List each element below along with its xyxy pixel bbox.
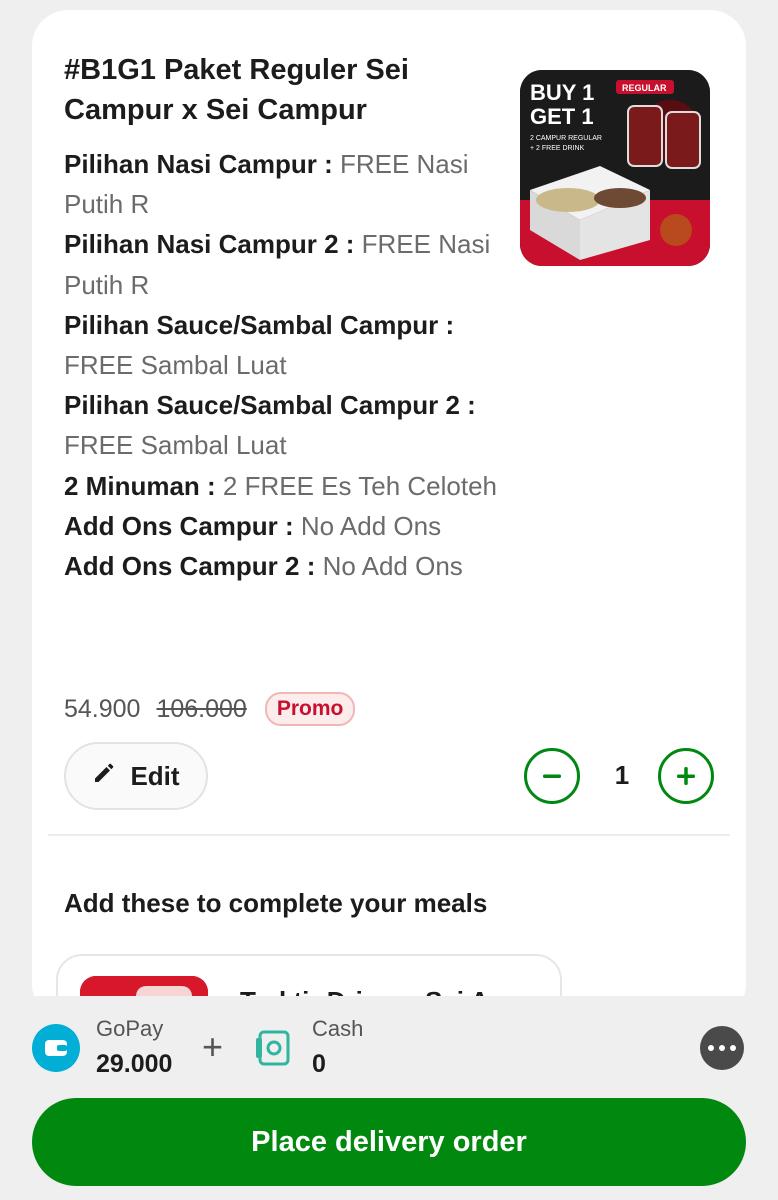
option-name: Pilihan Nasi Campur 2 : <box>64 229 362 260</box>
item-image[interactable]: BUY 1 GET 1 REGULAR 2 CAMPUR REGULAR + 2… <box>520 70 710 266</box>
plus-icon <box>677 767 695 785</box>
more-dot <box>730 1045 736 1051</box>
cash-icon <box>250 1024 298 1072</box>
place-delivery-order-button[interactable]: Place delivery order <box>32 1098 746 1186</box>
option-value: 2 FREE Es Teh Celoteh <box>222 470 498 501</box>
cash-label: Cash <box>312 1016 364 1041</box>
option-value: FREE Sambal Luat <box>64 430 287 461</box>
quantity-stepper: 1 <box>524 748 716 806</box>
option-value: No Add Ons <box>300 510 442 541</box>
option-value: FREE Sambal Luat <box>64 350 287 381</box>
option-name: 2 Minuman : <box>64 470 223 501</box>
minus-icon <box>543 774 561 778</box>
payment-plus-sign: + <box>202 1026 224 1067</box>
pencil-icon <box>92 761 116 792</box>
svg-text:BUY 1: BUY 1 <box>530 80 594 105</box>
more-options-button[interactable] <box>700 1026 744 1070</box>
gopay-label: GoPay <box>96 1016 164 1041</box>
gopay-wallet-icon <box>32 1024 80 1072</box>
decrease-quantity-button[interactable] <box>524 748 580 804</box>
gopay-amount: 29.000 <box>96 1050 173 1078</box>
divider <box>48 834 730 836</box>
promo-image-graphic: BUY 1 GET 1 REGULAR 2 CAMPUR REGULAR + 2… <box>520 70 710 266</box>
item-options: Pilihan Nasi Campur : FREE Nasi Putih R … <box>64 144 504 586</box>
more-dot <box>708 1045 714 1051</box>
cash-amount: 0 <box>312 1050 326 1078</box>
edit-button-label: Edit <box>130 760 180 791</box>
option-name: Pilihan Sauce/Sambal Campur 2 : <box>64 390 476 421</box>
svg-text:REGULAR: REGULAR <box>622 83 667 93</box>
checkout-footer: GoPay 29.000 + Cash 0 Place delivery ord… <box>0 996 778 1200</box>
recommendations-title: Add these to complete your meals <box>64 888 488 918</box>
svg-text:2 CAMPUR REGULAR: 2 CAMPUR REGULAR <box>530 135 602 142</box>
price-row: 54.900 106.000 Promo <box>64 692 356 726</box>
item-title: #B1G1 Paket Reguler Sei Campur x Sei Cam… <box>64 54 409 126</box>
svg-text:+ 2 FREE DRINK: + 2 FREE DRINK <box>530 145 585 152</box>
svg-text:GET 1: GET 1 <box>530 104 594 129</box>
option-name: Pilihan Nasi Campur : <box>64 149 340 179</box>
quantity-value: 1 <box>614 760 630 790</box>
cart-item-card: #B1G1 Paket Reguler Sei Campur x Sei Cam… <box>32 10 746 1020</box>
option-name: Add Ons Campur 2 : <box>64 551 323 582</box>
edit-button[interactable]: Edit <box>64 742 208 810</box>
increase-quantity-button[interactable] <box>658 748 714 804</box>
promo-badge: Promo <box>264 692 356 726</box>
option-name: Pilihan Sauce/Sambal Campur : <box>64 309 455 340</box>
current-price: 54.900 <box>64 694 141 723</box>
option-name: Add Ons Campur : <box>64 510 301 541</box>
option-value: No Add Ons <box>322 551 463 582</box>
original-price: 106.000 <box>156 694 247 723</box>
more-dot <box>719 1045 725 1051</box>
